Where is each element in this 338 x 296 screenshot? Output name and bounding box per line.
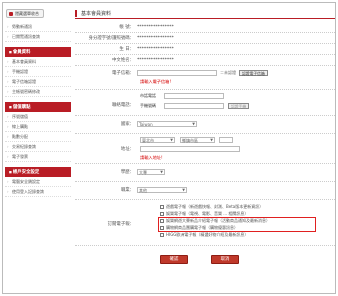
sidebar-item-email-verify[interactable]: 電子信箱認證: [5, 77, 71, 87]
sidebar-item-online-buy[interactable]: 線上購點: [5, 122, 71, 132]
district-select[interactable]: 鄉鎮市區 ▼: [180, 137, 215, 143]
email-label: 電子信箱：: [112, 71, 134, 76]
sidebar-item-points[interactable]: 點數分配: [5, 132, 71, 142]
sidebar-item-password[interactable]: 主帳號密碼修改: [5, 87, 71, 97]
main-content: 基本會員資料 帳 號： **************** 身分證字號/護照號碼：…: [75, 9, 335, 289]
mobile-label: 手機號碼: [140, 103, 156, 108]
checkbox[interactable]: [160, 233, 164, 237]
mobile-input[interactable]: [164, 103, 224, 109]
sidebar-link-news[interactable]: 勞動新通訊: [5, 22, 71, 32]
address-label: 地址：: [120, 147, 134, 152]
birth-value: ****************: [137, 46, 174, 52]
city-select[interactable]: 臺北市 ▼: [140, 137, 175, 143]
page-title: 基本會員資料: [81, 11, 112, 17]
email-input[interactable]: [137, 70, 217, 76]
email-status: ＝未認證: [220, 70, 236, 75]
sidebar-section-security: 帳戶安全設定: [5, 167, 71, 177]
menu-icon: [9, 11, 13, 16]
sidebar-item-transactions[interactable]: 交易紀錄查詢: [5, 142, 71, 152]
sidebar-item-invoice[interactable]: 電子發票: [5, 152, 71, 162]
checkbox[interactable]: [160, 205, 164, 209]
chevron-down-icon: ▼: [210, 138, 213, 142]
page-frame: 隱藏選單收合 勞動新通訊 已閱覽通訊查詢 會員資料 基本會員資料 手機認證 電子…: [2, 2, 336, 294]
chevron-down-icon: ▼: [182, 188, 185, 192]
cancel-button[interactable]: 取消: [211, 255, 239, 264]
job-label: 職業：: [120, 188, 134, 193]
verify-mobile-button[interactable]: 認證手機: [228, 103, 250, 109]
degree-select[interactable]: 大專 ▼: [137, 169, 165, 175]
newsletter-option[interactable]: HIGG歐洲電子報（精選好物介紹及最新訊息）: [160, 231, 332, 238]
sidebar: 隱藏選單收合 勞動新通訊 已閱覽通訊查詢 會員資料 基本會員資料 手機認證 電子…: [5, 9, 71, 197]
chevron-down-icon: ▼: [160, 170, 163, 174]
sidebar-item-serial[interactable]: 序號儲值: [5, 112, 71, 122]
name-value: ****************: [137, 57, 174, 63]
account-label: 帳 號：: [119, 25, 134, 30]
sidebar-item-login-log[interactable]: 使用登入記錄查詢: [5, 187, 71, 197]
sidebar-section-member: 會員資料: [5, 47, 71, 57]
zip-input[interactable]: [219, 137, 233, 143]
page-title-bar: 基本會員資料: [75, 9, 335, 19]
degree-label: 學歷：: [120, 170, 134, 175]
account-value: ****************: [137, 24, 174, 30]
address-input[interactable]: [140, 146, 240, 152]
job-select[interactable]: 其他 ▼: [137, 187, 187, 193]
newsletter-label: 訂閱電子報：: [107, 222, 134, 227]
checkbox[interactable]: [160, 212, 164, 216]
country-label: 國家：: [120, 122, 134, 127]
sidebar-item-phone-verify[interactable]: 手機認證: [5, 67, 71, 77]
name-label: 中文姓名：: [112, 58, 134, 63]
id-value: ****************: [137, 35, 174, 41]
address-warning: 請輸入地址!: [140, 155, 163, 160]
chevron-down-icon: ▼: [170, 138, 173, 142]
home-phone-input[interactable]: [164, 93, 224, 99]
newsletter-option[interactable]: 娛樂電子報（電視、電影、音樂 ... 相關訊息）: [160, 210, 332, 217]
sidebar-item-lock[interactable]: 電腦安全鎖設定: [5, 177, 71, 187]
phone-label: 聯絡電話：: [112, 103, 134, 108]
highlight-box: [158, 217, 316, 232]
country-select[interactable]: Taiwan ▼: [137, 121, 197, 127]
verify-email-button[interactable]: 認證電子信箱: [239, 70, 268, 76]
title-marker: [75, 10, 77, 17]
birth-label: 生 日：: [119, 47, 134, 52]
newsletter-option[interactable]: 遊戲電子報（新遊戲快報、封測、Beta版本更新資訊）: [160, 203, 332, 210]
submit-button[interactable]: 確認: [160, 255, 188, 264]
sidebar-item-basic-info[interactable]: 基本會員資料: [5, 57, 71, 67]
email-warning: 請輸入電子信箱!: [140, 79, 171, 84]
sidebar-link-read-news[interactable]: 已閱覽通訊查詢: [5, 32, 71, 42]
sidebar-section-topup: 儲值購點: [5, 102, 71, 112]
chevron-down-icon: ▼: [192, 122, 195, 126]
hide-menu-button[interactable]: 隱藏選單收合: [6, 9, 44, 18]
home-phone-label: 市話電話: [140, 93, 156, 98]
id-label: 身分證字號/護照號碼：: [88, 36, 134, 41]
